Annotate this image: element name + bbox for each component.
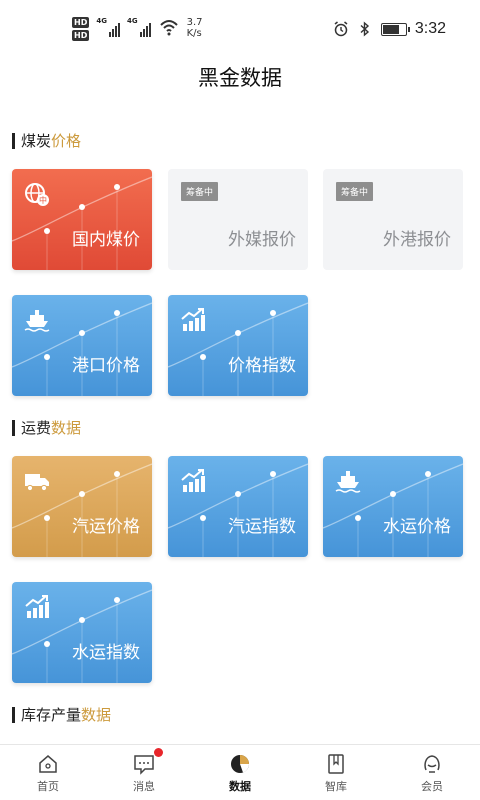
nav-label: 会员: [421, 780, 443, 793]
status-badge: 筹备中: [181, 182, 219, 201]
card-label: 港口价格: [72, 356, 140, 376]
trend-icon: [181, 469, 205, 492]
nav-item-member[interactable]: 会员: [384, 745, 480, 800]
hd-badge: HD: [72, 17, 90, 28]
wifi-icon: [159, 20, 178, 36]
card-water-freight-index[interactable]: 水运指数: [12, 582, 152, 683]
card-label: 外媒报价: [228, 230, 296, 250]
book-icon: [328, 754, 344, 774]
hd-badge: HD: [72, 30, 90, 41]
status-bar: HD HD 4G 4G 3.7 K/s 3:32: [0, 0, 480, 60]
trend-icon: [181, 308, 205, 331]
card-label: 价格指数: [228, 356, 296, 376]
bluetooth-icon: [360, 21, 369, 37]
svg-text:中: 中: [39, 195, 47, 205]
card-domestic-coal-price[interactable]: 中 国内煤价: [12, 169, 152, 270]
nav-label: 消息: [133, 780, 155, 793]
nav-label: 数据: [229, 780, 251, 793]
signal-icon: 4G: [96, 17, 120, 37]
nav-item-home[interactable]: 首页: [0, 745, 96, 800]
nav-item-messages[interactable]: 消息: [96, 745, 192, 800]
card-port-price[interactable]: 港口价格: [12, 295, 152, 396]
network-speed: 3.7 K/s: [186, 17, 203, 39]
bottom-nav: 首页 消息 数据 智库 会员: [0, 744, 480, 800]
card-label: 水运指数: [72, 643, 140, 663]
card-label: 外港报价: [383, 230, 451, 250]
section-title-inventory-output: 库存产量 数据: [12, 704, 111, 725]
status-time: 3:32: [414, 20, 446, 37]
ship-icon: [335, 471, 361, 493]
member-icon: [424, 755, 440, 773]
card-label: 汽运价格: [72, 517, 140, 537]
section-title-coal-price: 煤炭 价格: [12, 130, 81, 151]
battery-icon: [380, 22, 410, 36]
card-water-freight-price[interactable]: 水运价格: [323, 456, 463, 557]
message-icon: [134, 755, 154, 775]
card-price-index[interactable]: 价格指数: [168, 295, 308, 396]
section-title-freight-data: 运费 数据: [12, 417, 81, 438]
card-label: 水运价格: [383, 517, 451, 537]
truck-icon: [25, 474, 49, 492]
card-truck-freight-price[interactable]: 汽运价格: [12, 456, 152, 557]
nav-label: 首页: [37, 780, 59, 793]
home-icon: [39, 755, 57, 773]
nav-item-data[interactable]: 数据: [192, 745, 288, 800]
card-label: 汽运指数: [228, 517, 296, 537]
card-foreign-media-quote[interactable]: 筹备中 外媒报价: [168, 169, 308, 270]
notification-dot: [154, 748, 163, 757]
nav-label: 智库: [325, 780, 347, 793]
alarm-icon: [334, 21, 348, 37]
ship-icon: [24, 310, 50, 332]
card-truck-freight-index[interactable]: 汽运指数: [168, 456, 308, 557]
status-badge: 筹备中: [336, 182, 374, 201]
card-label: 国内煤价: [72, 230, 140, 250]
globe-icon: 中: [25, 183, 49, 206]
nav-item-think-tank[interactable]: 智库: [288, 745, 384, 800]
card-foreign-port-quote[interactable]: 筹备中 外港报价: [323, 169, 463, 270]
page-title: 黑金数据: [198, 66, 282, 90]
data-icon: [231, 755, 250, 773]
signal-icon: 4G: [127, 17, 151, 37]
trend-icon: [25, 595, 49, 618]
